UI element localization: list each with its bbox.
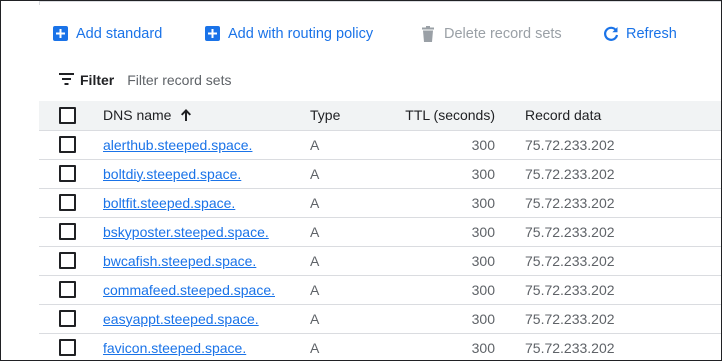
add-standard-label: Add standard (76, 26, 163, 42)
record-data-cell: 75.72.233.202 (525, 333, 721, 360)
row-select-cell (39, 333, 103, 360)
arrow-up-icon (179, 108, 193, 122)
dns-name-link[interactable]: easyappt.steeped.space. (103, 311, 259, 327)
row-checkbox[interactable] (59, 194, 76, 211)
row-checkbox[interactable] (59, 136, 76, 153)
table-row: favicon.steeped.space. A 300 75.72.233.2… (39, 333, 721, 360)
row-select-cell (39, 246, 103, 276)
type-cell: A (310, 159, 390, 189)
dns-name-link[interactable]: bskyposter.steeped.space. (103, 224, 269, 240)
row-checkbox[interactable] (59, 165, 76, 182)
delete-record-sets-label: Delete record sets (444, 26, 562, 42)
select-all-cell (39, 101, 103, 131)
record-data-cell: 75.72.233.202 (525, 304, 721, 334)
dns-name-header[interactable]: DNS name (103, 101, 310, 131)
type-cell: A (310, 188, 390, 218)
ttl-cell: 300 (390, 217, 525, 247)
ttl-cell: 300 (390, 159, 525, 189)
ttl-cell: 300 (390, 275, 525, 305)
record-data-cell: 75.72.233.202 (525, 275, 721, 305)
table-row: bwcafish.steeped.space. A 300 75.72.233.… (39, 246, 721, 276)
dns-name-cell: boltfit.steeped.space. (103, 188, 310, 218)
add-routing-policy-button[interactable]: Add with routing policy (205, 19, 373, 49)
dns-record-sets-panel: Add standard Add with routing policy Del… (0, 0, 722, 361)
trash-icon (421, 26, 437, 42)
type-cell: A (310, 130, 390, 160)
dns-name-cell: alerthub.steeped.space. (103, 130, 310, 160)
type-cell: A (310, 217, 390, 247)
dns-name-cell: bskyposter.steeped.space. (103, 217, 310, 247)
dns-name-header-label: DNS name (103, 107, 172, 124)
type-cell: A (310, 275, 390, 305)
record-data-cell: 75.72.233.202 (525, 246, 721, 276)
ttl-cell: 300 (390, 188, 525, 218)
ttl-cell: 300 (390, 333, 525, 360)
dns-name-link[interactable]: bwcafish.steeped.space. (103, 253, 256, 269)
dns-name-link[interactable]: boltdiy.steeped.space. (103, 166, 241, 182)
table-row: alerthub.steeped.space. A 300 75.72.233.… (39, 130, 721, 160)
ttl-cell: 300 (390, 246, 525, 276)
add-routing-policy-label: Add with routing policy (228, 26, 374, 42)
row-checkbox[interactable] (59, 252, 76, 269)
type-cell: A (310, 333, 390, 360)
refresh-label: Refresh (626, 26, 677, 42)
record-data-cell: 75.72.233.202 (525, 188, 721, 218)
refresh-button[interactable]: Refresh (603, 19, 677, 49)
add-box-icon (205, 26, 221, 42)
record-data-cell: 75.72.233.202 (525, 217, 721, 247)
filter-icon (59, 73, 75, 87)
add-standard-button[interactable]: Add standard (53, 19, 162, 49)
type-cell: A (310, 246, 390, 276)
row-select-cell (39, 217, 103, 247)
table-row: boltfit.steeped.space. A 300 75.72.233.2… (39, 188, 721, 218)
record-data-cell: 75.72.233.202 (525, 159, 721, 189)
toolbar: Add standard Add with routing policy Del… (1, 19, 721, 49)
row-select-cell (39, 130, 103, 160)
type-cell: A (310, 304, 390, 334)
select-all-checkbox[interactable] (59, 106, 76, 124)
row-checkbox[interactable] (59, 339, 76, 356)
dns-name-cell: commafeed.steeped.space. (103, 275, 310, 305)
ttl-cell: 300 (390, 130, 525, 160)
row-checkbox[interactable] (59, 310, 76, 327)
dns-name-cell: favicon.steeped.space. (103, 333, 310, 360)
dns-name-cell: bwcafish.steeped.space. (103, 246, 310, 276)
add-box-icon (53, 26, 69, 42)
record-data-cell: 75.72.233.202 (525, 130, 721, 160)
row-select-cell (39, 275, 103, 305)
table-row: bskyposter.steeped.space. A 300 75.72.23… (39, 217, 721, 247)
dns-name-cell: easyappt.steeped.space. (103, 304, 310, 334)
filter-label: Filter (80, 72, 115, 88)
filter-bar: Filter (59, 67, 428, 93)
dns-name-link[interactable]: favicon.steeped.space. (103, 340, 246, 356)
row-select-cell (39, 159, 103, 189)
row-checkbox[interactable] (59, 281, 76, 298)
row-select-cell (39, 188, 103, 218)
refresh-icon (603, 26, 619, 42)
row-select-cell (39, 304, 103, 334)
record-data-header[interactable]: Record data (525, 101, 721, 131)
ttl-header[interactable]: TTL (seconds) (390, 101, 525, 131)
record-sets-table: DNS name Type TTL (seconds) Record data … (39, 101, 721, 360)
dns-name-link[interactable]: alerthub.steeped.space. (103, 137, 252, 153)
top-border (39, 1, 721, 5)
dns-name-cell: boltdiy.steeped.space. (103, 159, 310, 189)
type-header[interactable]: Type (310, 101, 390, 131)
ttl-cell: 300 (390, 304, 525, 334)
table-header-row: DNS name Type TTL (seconds) Record data (39, 101, 721, 131)
table-row: easyappt.steeped.space. A 300 75.72.233.… (39, 304, 721, 334)
filter-input[interactable] (127, 72, 428, 88)
table-row: boltdiy.steeped.space. A 300 75.72.233.2… (39, 159, 721, 189)
row-checkbox[interactable] (59, 223, 76, 240)
dns-name-link[interactable]: boltfit.steeped.space. (103, 195, 235, 211)
delete-record-sets-button[interactable]: Delete record sets (421, 19, 562, 49)
dns-name-link[interactable]: commafeed.steeped.space. (103, 282, 275, 298)
table-row: commafeed.steeped.space. A 300 75.72.233… (39, 275, 721, 305)
